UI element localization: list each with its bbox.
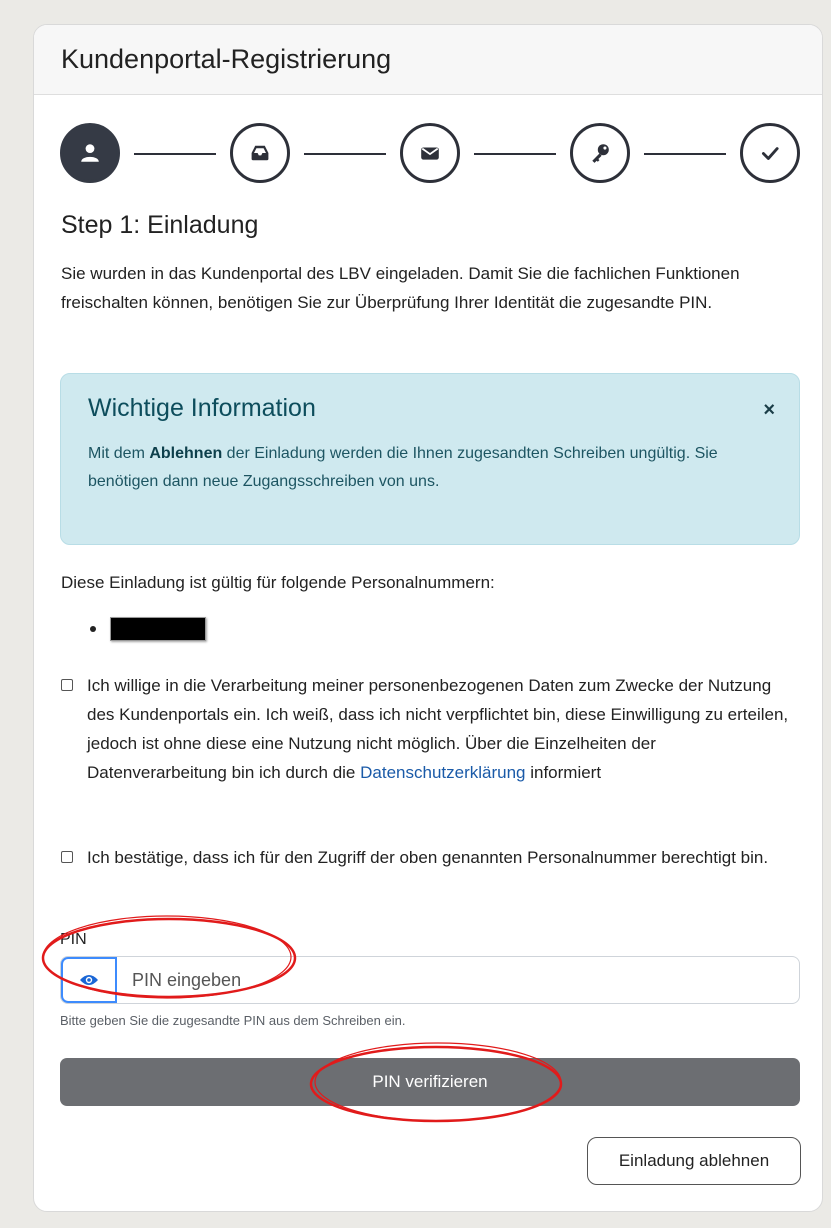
- alert-text-bold: Ablehnen: [149, 445, 223, 462]
- intro-text: Sie wurden in das Kundenportal des LBV e…: [61, 264, 740, 312]
- pin-input-group: [60, 956, 800, 1004]
- check-icon: [761, 147, 779, 160]
- decline-invitation-button[interactable]: Einladung ablehnen: [587, 1137, 801, 1185]
- envelope-icon: [421, 147, 439, 160]
- close-icon[interactable]: ×: [763, 400, 775, 420]
- list-item: [61, 617, 206, 641]
- personal-numbers-label: Diese Einladung ist gültig für folgende …: [61, 573, 495, 592]
- confirm-checkbox[interactable]: [61, 851, 73, 863]
- step-connector: [644, 153, 726, 155]
- show-pin-button[interactable]: [61, 957, 117, 1003]
- card-header: Kundenportal-Registrierung: [34, 25, 822, 95]
- registration-card: Kundenportal-Registrierung Step 1: Einla…: [33, 24, 823, 1212]
- confirm-checkbox-row[interactable]: Ich bestätige, dass ich für den Zugriff …: [61, 843, 801, 872]
- personal-numbers-list: [61, 617, 206, 641]
- pin-input[interactable]: [117, 957, 799, 1003]
- key-icon: [592, 144, 609, 163]
- alert-title: Wichtige Information: [88, 394, 316, 422]
- alert-text: Mit dem Ablehnen der Einladung werden di…: [88, 440, 728, 496]
- user-icon: [81, 144, 99, 162]
- consent-text: Ich willige in die Verarbeitung meiner p…: [87, 671, 799, 787]
- privacy-policy-link[interactable]: Datenschutzerklärung: [360, 763, 525, 782]
- step-2-inbox: [230, 123, 290, 183]
- redacted-personal-number: [110, 617, 206, 641]
- eye-icon: [80, 975, 98, 985]
- step-4-key: [570, 123, 630, 183]
- confirm-text: Ich bestätige, dass ich für den Zugriff …: [87, 848, 769, 867]
- bullet: [90, 626, 96, 632]
- step-connector: [474, 153, 556, 155]
- consent-checkbox[interactable]: [61, 679, 73, 691]
- step-5-done: [740, 123, 800, 183]
- pin-label: PIN: [60, 931, 87, 948]
- verify-pin-button[interactable]: PIN verifizieren: [60, 1058, 800, 1106]
- step-3-mail: [400, 123, 460, 183]
- inbox-icon: [251, 145, 269, 161]
- consent-text-end: informiert: [525, 763, 602, 782]
- step-connector: [304, 153, 386, 155]
- alert-text-start: Mit dem: [88, 445, 150, 462]
- page-title: Kundenportal-Registrierung: [61, 44, 392, 74]
- step-connector: [134, 153, 216, 155]
- pin-hint: Bitte geben Sie die zugesandte PIN aus d…: [60, 1013, 406, 1028]
- consent-checkbox-row[interactable]: Ich willige in die Verarbeitung meiner p…: [61, 671, 801, 787]
- step-title: Step 1: Einladung: [61, 211, 259, 239]
- stepper: [60, 123, 800, 187]
- step-1-invitation: [60, 123, 120, 183]
- important-info-alert: Wichtige Information × Mit dem Ablehnen …: [60, 373, 800, 545]
